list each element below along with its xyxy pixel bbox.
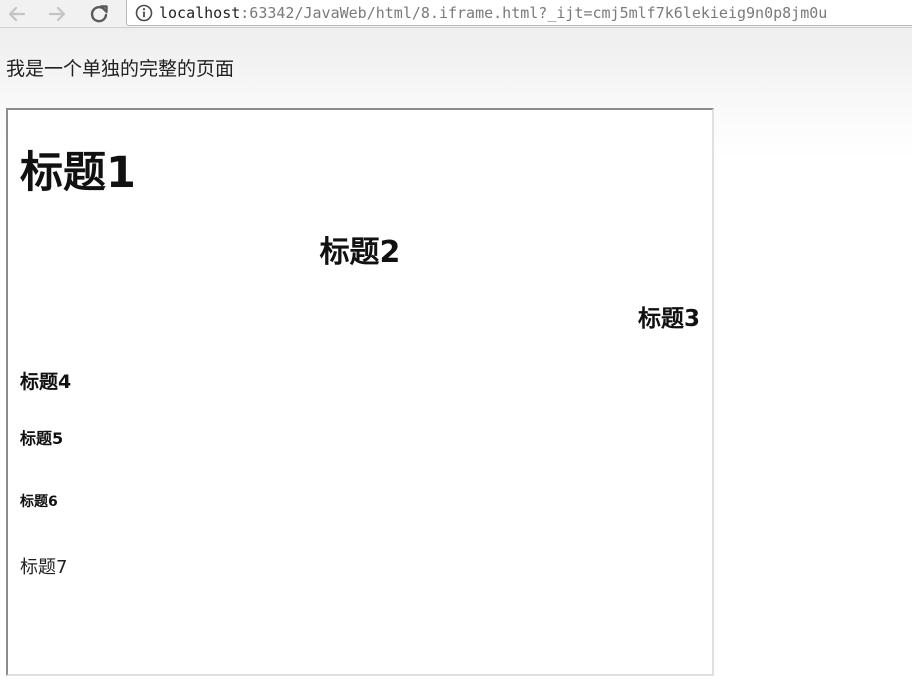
heading-7-text: 标题7	[20, 557, 68, 578]
arrow-left-icon	[8, 6, 26, 22]
heading-3: 标题3	[637, 306, 700, 332]
address-bar[interactable]: localhost:63342/JavaWeb/html/8.iframe.ht…	[126, 0, 912, 26]
browser-window: localhost:63342/JavaWeb/html/8.iframe.ht…	[0, 0, 912, 691]
heading-5: 标题5	[20, 429, 64, 448]
reload-button[interactable]	[86, 1, 112, 27]
back-button[interactable]	[4, 1, 30, 27]
url-text[interactable]: localhost:63342/JavaWeb/html/8.iframe.ht…	[159, 4, 827, 22]
reload-icon	[90, 5, 108, 23]
arrow-right-icon	[48, 6, 66, 22]
url-path: :63342/JavaWeb/html/8.iframe.html?_ijt=c…	[240, 3, 828, 22]
url-host: localhost	[159, 3, 241, 22]
heading-4: 标题4	[20, 371, 72, 393]
info-icon[interactable]	[135, 4, 153, 22]
page-intro-text: 我是一个单独的完整的页面	[6, 58, 235, 80]
heading-2: 标题2	[319, 235, 401, 270]
heading-6: 标题6	[20, 494, 58, 510]
iframe-content: 标题1 标题2 标题3 标题4 标题5 标题6 标题7	[8, 110, 712, 674]
embedded-iframe[interactable]: 标题1 标题2 标题3 标题4 标题5 标题6 标题7	[6, 108, 714, 676]
heading-1: 标题1	[20, 148, 136, 198]
browser-toolbar: localhost:63342/JavaWeb/html/8.iframe.ht…	[0, 0, 912, 28]
forward-button[interactable]	[44, 1, 70, 27]
